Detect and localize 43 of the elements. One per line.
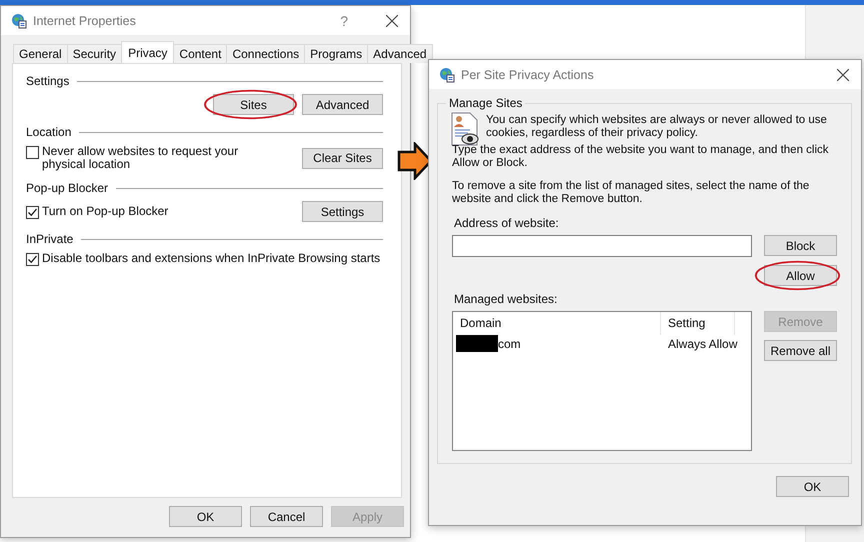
- help-button[interactable]: ?: [340, 12, 348, 28]
- checkbox[interactable]: [26, 206, 39, 218]
- address-field[interactable]: [452, 235, 752, 257]
- field-label: Managed websites:: [454, 292, 558, 306]
- document-eye-icon: [450, 112, 480, 146]
- section-title: Pop-up Blocker: [26, 181, 108, 195]
- intro-text: You can specify which websites are always or never allowed to use cookies, regardless of their privacy policy.: [486, 114, 828, 141]
- group-title: Manage Sites: [446, 96, 526, 110]
- globe-icon: [439, 66, 455, 82]
- ok-button[interactable]: OK: [776, 476, 849, 497]
- tab[interactable]: Privacy: [121, 41, 174, 63]
- dialog-button[interactable]: Settings: [302, 201, 383, 222]
- dialog-button[interactable]: Clear Sites: [302, 148, 383, 168]
- checkbox-label: Never allow websites to request your physical location: [42, 145, 240, 171]
- dialog-button[interactable]: Advanced: [302, 94, 383, 115]
- tab[interactable]: Advanced: [367, 44, 433, 63]
- checkbox[interactable]: [26, 146, 39, 159]
- setting-text: Always Allow: [667, 336, 735, 350]
- instruction-text: To remove a site from the list of managed sites, select the name of the website and click the Remove button.: [452, 180, 810, 206]
- window-title: Internet Properties: [33, 14, 137, 28]
- tab[interactable]: General: [13, 44, 68, 63]
- globe-icon: [11, 12, 27, 28]
- field-label: Address of website:: [454, 216, 560, 230]
- dialog-button[interactable]: Block: [764, 235, 837, 256]
- domain-text: com: [498, 336, 521, 350]
- column-header[interactable]: Setting: [661, 312, 735, 335]
- dialog-button[interactable]: Allow: [764, 265, 837, 286]
- dialog-button[interactable]: Sites: [213, 94, 294, 115]
- close-icon[interactable]: [386, 14, 398, 26]
- checkbox-label: Turn on Pop-up Blocker: [42, 204, 168, 218]
- section-title: InPrivate: [26, 232, 74, 246]
- close-icon[interactable]: [837, 68, 849, 80]
- checkbox[interactable]: [26, 253, 39, 266]
- dialog-button[interactable]: Remove all: [764, 340, 837, 361]
- checkbox-label: Disable toolbars and extensions when InPrivate Browsing starts: [42, 252, 380, 265]
- tab[interactable]: Security: [66, 44, 122, 63]
- instruction-text: Type the exact address of the website you want to manage, and then click Allow or Block.: [452, 144, 830, 170]
- dialog-button[interactable]: OK: [169, 506, 242, 527]
- section-title: Location: [26, 125, 72, 139]
- dialog-button[interactable]: Cancel: [250, 506, 323, 527]
- section-title: Settings: [26, 74, 70, 88]
- window-title: Per Site Privacy Actions: [461, 68, 595, 82]
- tab[interactable]: Programs: [304, 44, 368, 63]
